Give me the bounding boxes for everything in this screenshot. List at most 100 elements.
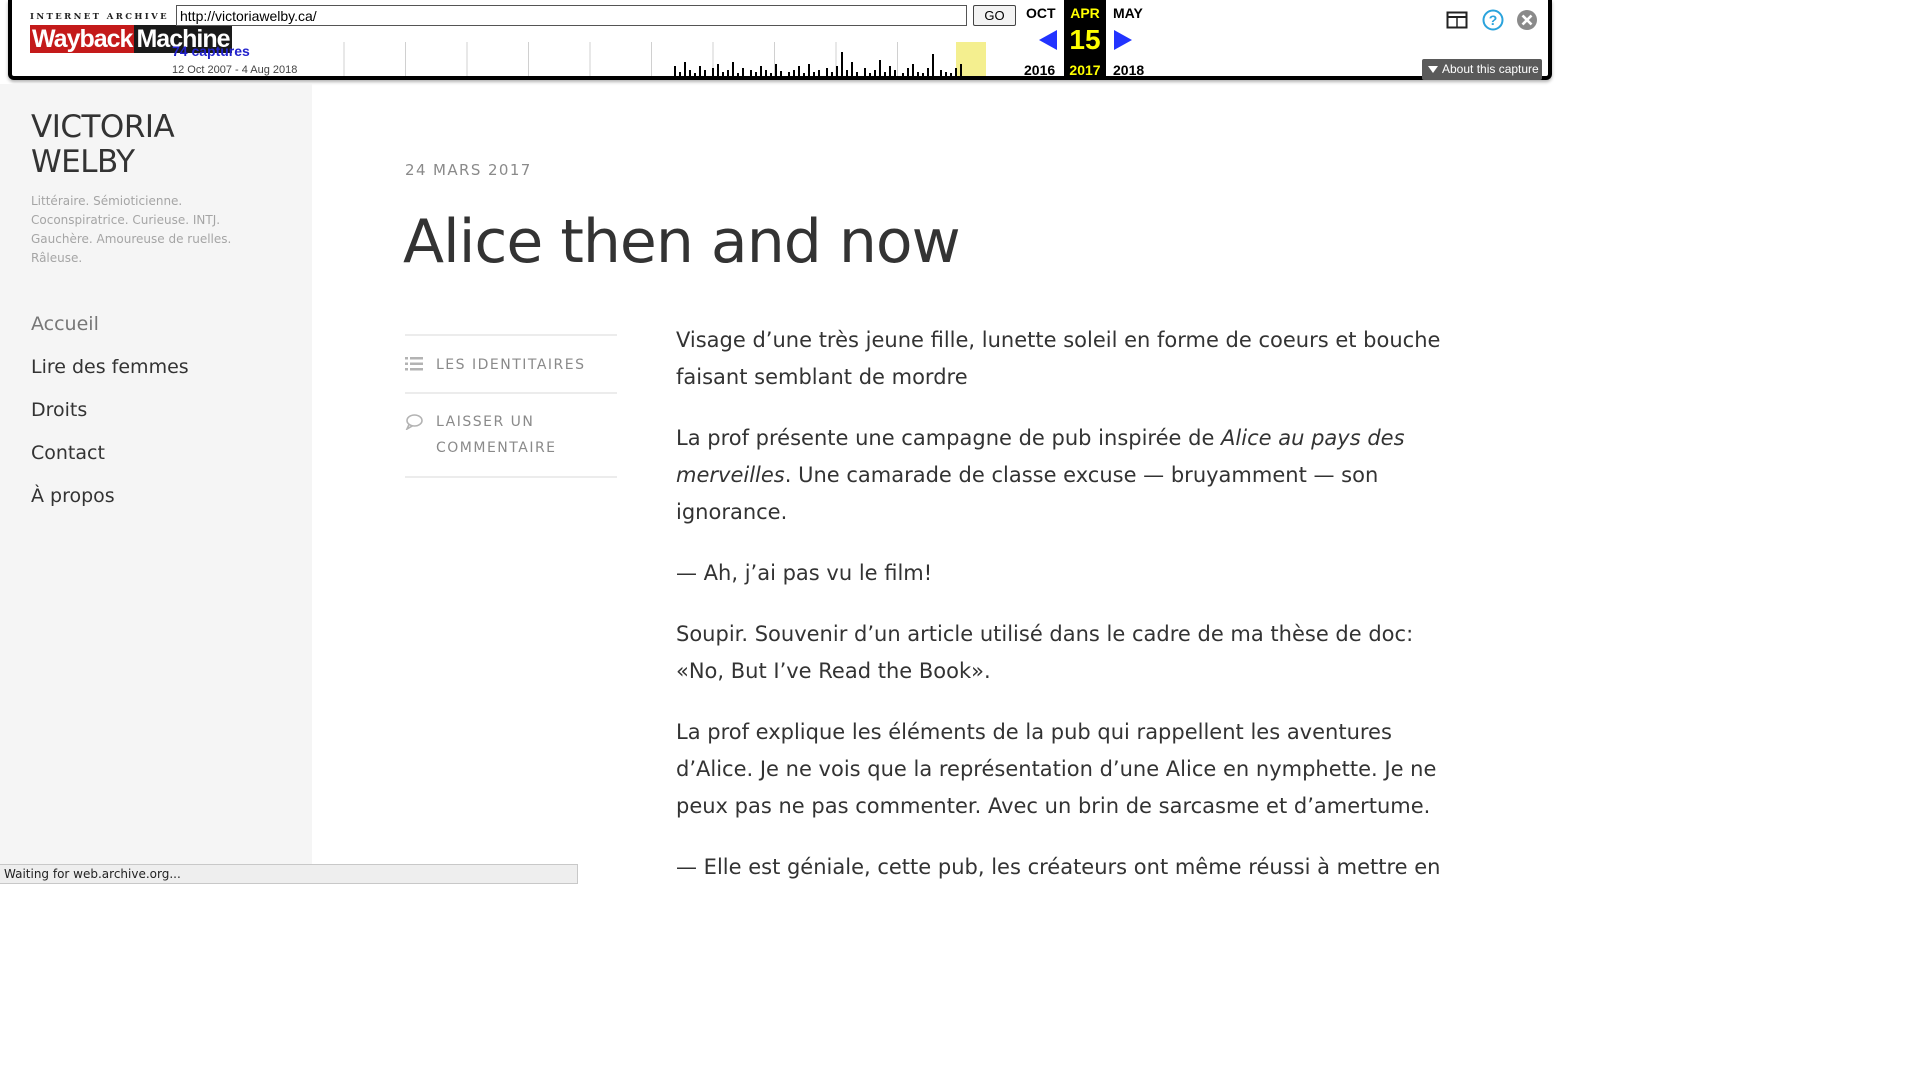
site-title[interactable]: VICTORIA WELBY [31, 110, 281, 180]
sparkline-bar [874, 70, 876, 76]
sparkline-bar [755, 72, 757, 76]
sparkline-bar [912, 64, 914, 76]
sparkline-bar [902, 73, 904, 76]
sparkline-bar [856, 72, 858, 76]
paragraph: La prof présente une campagne de pub ins… [676, 426, 1405, 524]
sparkline-bar [836, 66, 838, 76]
sparkline-bar [922, 73, 924, 76]
leave-comment-link[interactable]: LAISSER UN COMMENTAIRE [436, 394, 617, 461]
sparkline-bar [826, 68, 828, 76]
current-capture-date: APR 15 2017 [1064, 0, 1106, 80]
go-button[interactable]: GO [973, 5, 1016, 26]
sparkline-bar [851, 62, 853, 76]
sparkline-bar [737, 73, 739, 76]
sparkline-bar [679, 72, 681, 76]
sparkline-bar [864, 68, 866, 76]
post-date[interactable]: 24 MARS 2017 [405, 161, 532, 179]
wayback-machine-wordmark: Wayback Machine [30, 25, 232, 53]
sparkline-bar [894, 70, 896, 76]
close-icon[interactable] [1516, 9, 1538, 31]
nav-item-contact[interactable]: Contact [31, 439, 189, 482]
post-comments: LAISSER UN COMMENTAIRE [405, 392, 617, 476]
help-icon[interactable]: ? [1482, 9, 1504, 31]
comment-icon [405, 414, 423, 430]
sparkline-bar [788, 72, 790, 76]
sparkline-bar [770, 73, 772, 76]
sparkline-bar [750, 70, 752, 76]
next-month-link[interactable]: MAY [1113, 5, 1143, 21]
window-icon[interactable] [1446, 11, 1468, 29]
next-capture-arrow-icon[interactable] [1114, 30, 1132, 50]
paragraph: Visage d’une très jeune fille, lunette s… [676, 328, 1441, 389]
sparkline-bar [704, 70, 706, 76]
sparkline-bar [684, 62, 686, 76]
sparkline-bar [775, 64, 777, 76]
sparkline-bar [813, 72, 815, 76]
sparkline-bar [674, 66, 676, 76]
sparkline-bar [722, 72, 724, 76]
sparkline-bar [955, 68, 957, 76]
sparkline-bar [869, 73, 871, 76]
sparkline-bar [699, 66, 701, 76]
about-capture-button[interactable]: About this capture [1422, 59, 1542, 80]
nav-item-accueil[interactable]: Accueil [31, 310, 189, 353]
sparkline-bar [907, 68, 909, 76]
captures-range: 12 Oct 2007 - 4 Aug 2018 [172, 64, 298, 76]
nav-item-droits[interactable]: Droits [31, 396, 189, 439]
paragraph: Soupir. Souvenir d’un article utilisé da… [676, 622, 1414, 683]
next-year-label: 2018 [1113, 62, 1145, 78]
sparkline-bar [760, 66, 762, 76]
browser-status-bar: Waiting for web.archive.org... [0, 864, 578, 884]
sparkline-bar [927, 68, 929, 76]
nav-item-lire-des-femmes[interactable]: Lire des femmes [31, 353, 189, 396]
paragraph: — Elle est géniale, cette pub, les créat… [676, 855, 1441, 879]
wayback-logo[interactable]: INTERNET ARCHIVE Wayback Machine [30, 12, 232, 62]
sparkline-bar [803, 73, 805, 76]
sparkline-bar [765, 70, 767, 76]
prev-capture-arrow-icon[interactable] [1039, 30, 1057, 50]
prev-year-label: 2016 [1024, 62, 1056, 78]
sparkline-bar [712, 68, 714, 76]
sparkline-bar [732, 62, 734, 76]
nav-item-a-propos[interactable]: À propos [31, 482, 189, 525]
sparkline-bar [932, 54, 934, 76]
svg-text:?: ? [1489, 12, 1498, 28]
site-tagline: Littéraire. Sémioticienne. Coconspiratri… [31, 194, 232, 265]
prev-month-link[interactable]: OCT [1026, 5, 1056, 21]
paragraph: La prof explique les éléments de la pub … [676, 720, 1437, 818]
paragraph: — Ah, j’ai pas vu le film! [676, 561, 933, 585]
sparkline-bar [689, 70, 691, 76]
sparkline-bar [945, 72, 947, 76]
list-icon [405, 357, 423, 371]
capture-sparkline[interactable] [314, 40, 1014, 76]
sparkline-bar [793, 70, 795, 76]
internet-archive-label: INTERNET ARCHIVE [30, 12, 170, 22]
sparkline-bar [831, 72, 833, 76]
meta-divider [405, 476, 617, 478]
sparkline-bar [950, 73, 952, 76]
sparkline-bar [818, 70, 820, 76]
sparkline-bar [917, 72, 919, 76]
sparkline-bar [808, 64, 810, 76]
page-edge [1556, 0, 1568, 884]
sparkline-bar [879, 60, 881, 76]
sparkline-bar [780, 71, 782, 76]
current-month: APR [1070, 5, 1100, 21]
wayback-toolbar: INTERNET ARCHIVE WaybackMachine GO 74 ca… [0, 0, 1568, 84]
post-content: Visage d’une très jeune fille, lunette s… [676, 322, 1456, 910]
sparkline-bar [727, 70, 729, 76]
post-category: LES IDENTITAIRES [405, 334, 617, 392]
sparkline-bar [742, 68, 744, 76]
sparkline-bar [940, 70, 942, 76]
category-link[interactable]: LES IDENTITAIRES [436, 336, 617, 378]
main-nav: Accueil Lire des femmes Droits Contact À… [31, 310, 189, 525]
current-year: 2017 [1069, 62, 1101, 78]
post-title: Alice then and now [403, 207, 961, 277]
captures-link[interactable]: 74 captures [172, 43, 250, 59]
sparkline-bar [841, 52, 843, 76]
sparkline-bar [798, 66, 800, 76]
current-day: 15 [1069, 24, 1101, 55]
wayback-url-input[interactable] [176, 5, 967, 26]
post-meta: LES IDENTITAIRES LAISSER UN COMMENTAIRE [405, 334, 617, 478]
sparkline-bar [889, 66, 891, 76]
